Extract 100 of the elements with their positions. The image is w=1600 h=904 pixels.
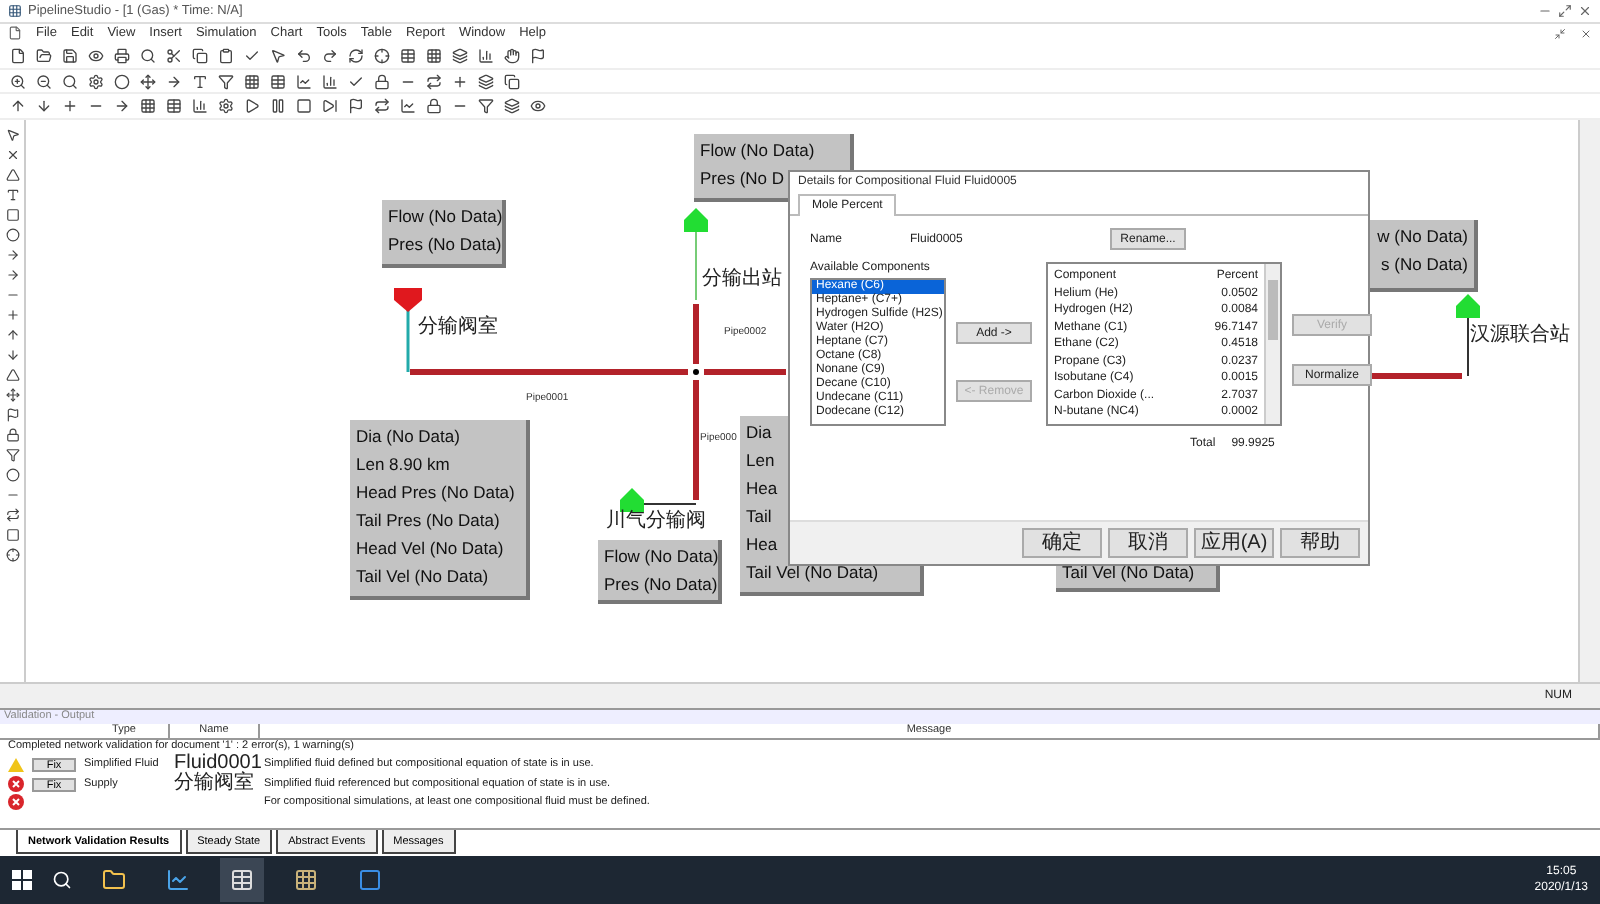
filter-icon[interactable]	[5, 448, 19, 463]
layers-icon[interactable]	[452, 47, 468, 64]
lock-icon[interactable]	[374, 73, 390, 89]
source-node-icon[interactable]	[394, 288, 422, 313]
table-icon[interactable]	[270, 73, 286, 89]
folder-icon[interactable]	[36, 47, 52, 64]
circle-icon[interactable]	[5, 228, 19, 243]
zoom-in-icon[interactable]	[10, 73, 26, 89]
table-icon[interactable]	[166, 98, 182, 115]
arrow-down-icon[interactable]	[5, 348, 19, 363]
stop-icon[interactable]	[296, 98, 312, 115]
dialog-button[interactable]: 取消	[1108, 528, 1188, 559]
bar-chart-icon[interactable]	[192, 98, 208, 115]
chart-app-icon[interactable]	[166, 868, 190, 893]
arrow-up-icon[interactable]	[5, 328, 19, 343]
document-icon[interactable]	[8, 26, 22, 41]
refresh-icon[interactable]	[348, 47, 364, 64]
lock-icon[interactable]	[426, 98, 442, 115]
flag-icon[interactable]	[348, 98, 364, 115]
pointer-icon[interactable]	[5, 128, 19, 143]
plus-icon[interactable]	[452, 73, 468, 89]
flag-icon[interactable]	[5, 408, 19, 423]
check-icon[interactable]	[348, 73, 364, 89]
maximize-icon[interactable]	[1558, 3, 1572, 18]
repeat-icon[interactable]	[5, 508, 19, 523]
arrow-down-icon[interactable]	[36, 98, 52, 115]
arrow-right-icon[interactable]	[114, 98, 130, 115]
copy-icon[interactable]	[504, 73, 520, 89]
undo-icon[interactable]	[296, 47, 312, 64]
scrollbar[interactable]	[1264, 264, 1280, 425]
pointer-icon[interactable]	[270, 47, 286, 64]
line-chart-icon[interactable]	[400, 98, 416, 115]
text-icon[interactable]	[5, 188, 19, 203]
annotation-panel[interactable]: Dia (No Data) Len 8.90 km Head Pres (No Data) Tail Pres (No Data) Head Vel (No Data) Tail Vel (No Data)	[350, 420, 530, 601]
plus-icon[interactable]	[5, 308, 19, 323]
printer-icon[interactable]	[114, 47, 130, 64]
scrollbar[interactable]	[1578, 120, 1600, 683]
table-app-icon[interactable]	[230, 868, 254, 893]
scissors-icon[interactable]	[166, 47, 182, 64]
close-icon[interactable]	[1580, 27, 1592, 40]
close-icon[interactable]	[1578, 3, 1592, 18]
triangle-icon[interactable]	[5, 168, 19, 183]
eye-icon[interactable]	[530, 98, 546, 115]
pipe-line[interactable]	[1366, 373, 1462, 380]
clipboard-icon[interactable]	[218, 47, 234, 64]
arrow-right-icon[interactable]	[5, 248, 19, 263]
pipe-line[interactable]	[410, 369, 688, 376]
dialog-button[interactable]: 确定	[1022, 528, 1102, 559]
window-app-icon[interactable]	[358, 868, 382, 893]
dialog-button[interactable]: 帮助	[1280, 528, 1360, 559]
line-chart-icon[interactable]	[296, 73, 312, 89]
repeat-icon[interactable]	[426, 73, 442, 89]
repeat-icon[interactable]	[374, 98, 390, 115]
eye-icon[interactable]	[88, 47, 104, 64]
annotation-panel[interactable]: Flow (No Data) Pres (No Data)	[598, 540, 722, 605]
settings-icon[interactable]	[218, 98, 234, 115]
bar-chart-icon[interactable]	[478, 47, 494, 64]
square-icon[interactable]	[5, 528, 19, 543]
grid-icon[interactable]	[244, 73, 260, 89]
grid-icon[interactable]	[140, 98, 156, 115]
move-icon[interactable]	[140, 73, 156, 89]
circle-icon[interactable]	[5, 468, 19, 483]
square-icon[interactable]	[5, 208, 19, 223]
grid-icon[interactable]	[426, 47, 442, 64]
delete-icon[interactable]	[5, 148, 19, 163]
filter-icon[interactable]	[218, 73, 234, 89]
bar-chart-icon[interactable]	[322, 73, 338, 89]
dialog-button[interactable]: 应用(A)	[1194, 528, 1274, 559]
filter-icon[interactable]	[478, 98, 494, 115]
plus-icon[interactable]	[62, 98, 78, 115]
junction-dot[interactable]	[693, 369, 699, 376]
flag-icon[interactable]	[530, 47, 546, 64]
skip-forward-icon[interactable]	[322, 98, 338, 115]
save-icon[interactable]	[62, 47, 78, 64]
arrow-right-icon[interactable]	[166, 73, 182, 89]
lock-icon[interactable]	[5, 428, 19, 443]
grid-app-icon[interactable]	[294, 868, 318, 893]
file-icon[interactable]	[10, 47, 26, 64]
layers-icon[interactable]	[478, 73, 494, 89]
house-node-icon[interactable]	[684, 208, 708, 233]
zoom-out-icon[interactable]	[36, 73, 52, 89]
search-icon[interactable]	[62, 73, 78, 89]
layers-icon[interactable]	[504, 98, 520, 115]
redo-icon[interactable]	[322, 47, 338, 64]
play-icon[interactable]	[244, 98, 260, 115]
pause-icon[interactable]	[270, 98, 286, 115]
check-icon[interactable]	[244, 47, 260, 64]
house-node-icon[interactable]	[620, 488, 644, 513]
pipe-line[interactable]	[704, 369, 786, 376]
triangle-icon[interactable]	[5, 368, 19, 383]
arrow-right-icon[interactable]	[5, 268, 19, 283]
annotation-panel[interactable]: Flow (No Data) Pres (No Data)	[382, 200, 506, 269]
crosshair-icon[interactable]	[5, 548, 19, 563]
settings-icon[interactable]	[88, 73, 104, 89]
move-icon[interactable]	[5, 388, 19, 403]
table-icon[interactable]	[400, 47, 416, 64]
windows-logo-icon[interactable]	[12, 870, 32, 891]
restore-icon[interactable]	[1554, 27, 1566, 40]
circle-icon[interactable]	[114, 73, 130, 89]
crosshair-icon[interactable]	[374, 47, 390, 64]
